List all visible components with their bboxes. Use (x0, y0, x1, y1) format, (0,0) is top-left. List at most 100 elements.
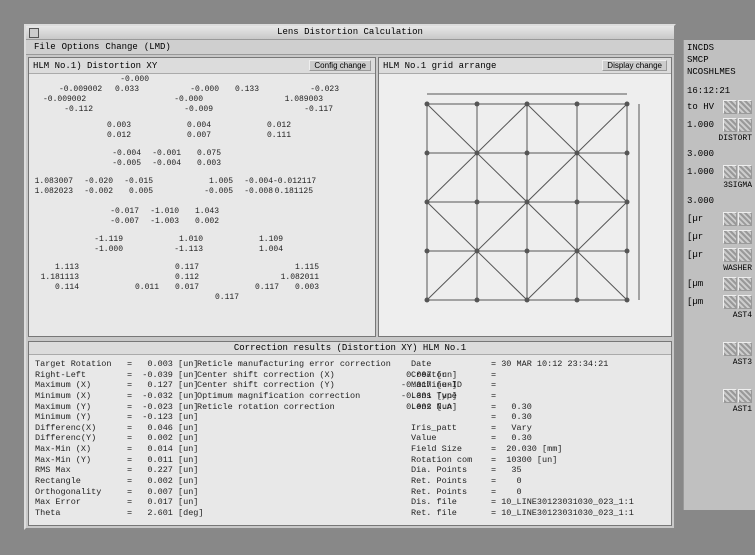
swatch-icon[interactable] (723, 118, 737, 132)
swatch-icon[interactable] (738, 100, 752, 114)
distortion-value-row: -0.112-0.009-0.117 (53, 106, 333, 114)
swatch-icon[interactable] (723, 212, 737, 226)
menu-lmd[interactable]: (LMD) (144, 42, 171, 52)
side-group-label: [µm (687, 279, 703, 289)
distortion-grid: -0.000 -0.0090020.033-0.0000.133-0.023 -0.… (29, 74, 375, 336)
side-group: [µm (687, 293, 752, 311)
distortion-value-row: -0.0090020.033-0.0000.133-0.023 (59, 86, 339, 94)
side-group: 3.000 (687, 192, 752, 210)
menu-change[interactable]: Change (105, 42, 137, 52)
swatch-icon[interactable] (738, 277, 752, 291)
distortion-panel-head: HLM No.1) Distortion XY Config change (29, 58, 375, 74)
swatch-icon[interactable] (723, 230, 737, 244)
swatch-icon[interactable] (738, 342, 752, 356)
side-sub-label: DISTORT (687, 134, 752, 145)
distortion-value-row: -1.000-1.1131.004 (83, 246, 283, 254)
results-col-right-values: = 30 MAR 10:12 23:34:21 = = = = 0.30 = 0… (491, 359, 665, 521)
distortion-value-row: -1.1191.0101.109 (83, 236, 283, 244)
swatch-icon[interactable] (723, 165, 737, 179)
side-group: [µr (687, 246, 752, 264)
side-sub-label: AST1 (687, 405, 752, 416)
side-group: 3.000 (687, 145, 752, 163)
swatch-icon[interactable] (738, 230, 752, 244)
results-col-right-labels: Date Creator Machine-ID Lens Type Lens N… (411, 359, 491, 521)
side-group: to HV (687, 98, 752, 116)
grid-panel: HLM No.1 grid arrange Display change (378, 57, 672, 337)
side-group-label: [µm (687, 297, 703, 307)
side-sub-label: AST3 (687, 358, 752, 369)
menu-file[interactable]: File (34, 42, 56, 52)
side-clock: 16:12:21 (687, 86, 752, 97)
swatch-icon[interactable] (723, 100, 737, 114)
side-group: [µm (687, 275, 752, 293)
side-group (687, 369, 752, 387)
side-group-label: [µr (687, 250, 703, 260)
swatch-icon[interactable] (723, 277, 737, 291)
distortion-value-row: -0.017-1.0101.043 (99, 208, 219, 216)
side-sub-label: AST4 (687, 311, 752, 322)
distortion-value-row: 1.1130.1171.115 (39, 264, 319, 272)
side-lbl-2: SMCP (687, 55, 752, 66)
side-group (687, 340, 752, 358)
menu-options[interactable]: Options (62, 42, 100, 52)
grid-plot (379, 74, 671, 336)
distortion-value-row: -0.005-0.0040.003 (101, 160, 221, 168)
distortion-value-row: 0.1140.0110.0170.1170.003 (39, 284, 319, 292)
swatch-icon[interactable] (738, 295, 752, 309)
window-title: Lens Distortion Calculation (277, 27, 423, 37)
menubar: File Options Change (LMD) (26, 40, 674, 55)
swatch-icon[interactable] (738, 389, 752, 403)
side-lbl-1: INCDS (687, 43, 752, 54)
distortion-value-row: 1.083007-0.020-0.0151.005-0.004-0.012117 (33, 178, 313, 186)
side-sub-label: 3SIGMA (687, 181, 752, 192)
side-group-label: [µr (687, 214, 703, 224)
side-lbl-3: NCOSHLMES (687, 67, 752, 78)
side-sub-label: WASHER (687, 264, 752, 275)
results-col-values: = 0.003 [un] = -0.039 [un] = 0.127 [un] … (127, 359, 197, 521)
results-col-mid: Reticle manufacturing error correction C… (197, 359, 411, 521)
distortion-value-row: 0.0030.0040.012 (91, 122, 291, 130)
content-top: HLM No.1) Distortion XY Config change -0… (26, 55, 674, 339)
side-strip: INCDS SMCP NCOSHLMES 16:12:21 to HV 1.000… (683, 40, 755, 510)
side-group: [µr (687, 228, 752, 246)
side-group (687, 387, 752, 405)
swatch-icon[interactable] (723, 389, 737, 403)
side-group: 1.000 (687, 163, 752, 181)
side-group-label: [µr (687, 232, 703, 242)
config-change-button[interactable]: Config change (309, 60, 371, 71)
side-group-label: to HV (687, 102, 714, 112)
swatch-icon[interactable] (738, 165, 752, 179)
results-col-labels: Target Rotation Right-Left Maximum (X) M… (35, 359, 127, 521)
distortion-value-row: -0.000 (109, 76, 149, 84)
distortion-panel: HLM No.1) Distortion XY Config change -0… (28, 57, 376, 337)
side-group (687, 322, 752, 340)
side-group: [µr (687, 210, 752, 228)
results-body: Target Rotation Right-Left Maximum (X) M… (29, 355, 671, 525)
distortion-value-row: 1.1811130.1121.082011 (39, 274, 319, 282)
swatch-icon[interactable] (723, 295, 737, 309)
display-change-button[interactable]: Display change (602, 60, 667, 71)
side-group-label: 3.000 (687, 196, 714, 206)
side-group-label: 1.000 (687, 120, 714, 130)
titlebar: Lens Distortion Calculation (26, 26, 674, 40)
swatch-icon[interactable] (738, 118, 752, 132)
distortion-value-row: -0.007-1.0030.002 (99, 218, 219, 226)
distortion-value-row: -0.009002-0.0001.089003 (43, 96, 323, 104)
side-group-label: 1.000 (687, 167, 714, 177)
results-title: Correction results (Distortion XY) HLM N… (29, 342, 671, 355)
swatch-icon[interactable] (738, 212, 752, 226)
side-group: 1.000 (687, 116, 752, 134)
distortion-value-row: 0.0120.0070.111 (91, 132, 291, 140)
side-group-label: 3.000 (687, 149, 714, 159)
grid-panel-title: HLM No.1 grid arrange (383, 61, 496, 71)
grid-panel-head: HLM No.1 grid arrange Display change (379, 58, 671, 74)
distortion-value-row: 1.082023-0.0020.005-0.005-0.0080.181125 (33, 188, 313, 196)
main-window: Lens Distortion Calculation File Options… (24, 24, 676, 530)
sysmenu-icon[interactable] (29, 28, 39, 38)
swatch-icon[interactable] (738, 248, 752, 262)
results-panel: Correction results (Distortion XY) HLM N… (28, 341, 672, 526)
distortion-value-row: -0.004-0.0010.075 (101, 150, 221, 158)
swatch-icon[interactable] (723, 342, 737, 356)
swatch-icon[interactable] (723, 248, 737, 262)
distortion-value-row: 0.117 (199, 294, 239, 302)
